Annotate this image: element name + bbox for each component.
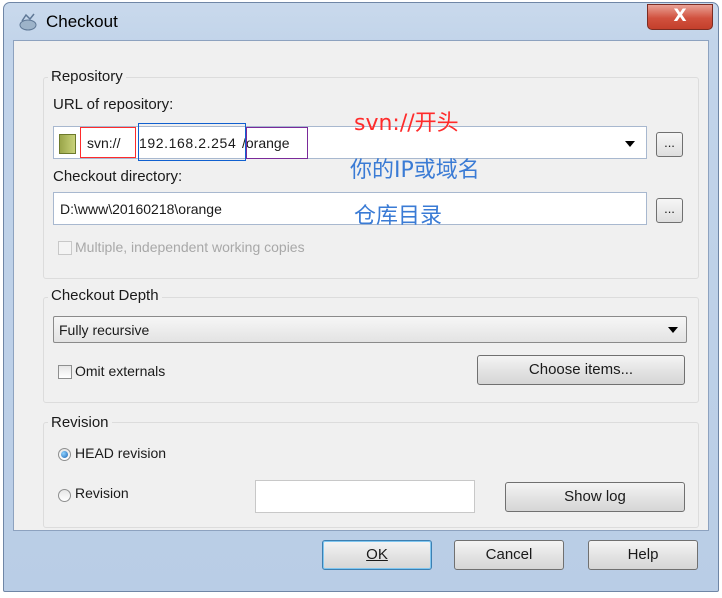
folder-icon xyxy=(59,134,76,154)
chevron-down-icon[interactable] xyxy=(625,141,635,147)
omit-externals-label: Omit externals xyxy=(75,363,166,379)
head-revision-radio[interactable] xyxy=(58,448,71,461)
revision-radio[interactable] xyxy=(58,489,71,502)
head-revision-label: HEAD revision xyxy=(75,445,167,461)
host-annotation: 你的IP或域名 xyxy=(350,158,480,183)
show-log-button[interactable]: Show log xyxy=(505,482,685,512)
multiple-copies-checkbox[interactable] xyxy=(58,241,72,255)
repository-group-label: Repository xyxy=(48,68,126,85)
revision-group-label: Revision xyxy=(48,414,112,431)
dialog-client-area: Repository URL of repository: svn:// 192… xyxy=(13,40,709,531)
help-button[interactable]: Help xyxy=(588,540,698,570)
dialog-footer: OK Cancel Help xyxy=(13,530,707,584)
checkout-directory-input[interactable]: D:\www\20160218\orange xyxy=(53,192,647,225)
multiple-copies-label: Multiple, independent working copies xyxy=(75,239,305,255)
ok-button-label: OK xyxy=(366,546,388,563)
revision-input[interactable] xyxy=(255,480,475,513)
checkout-depth-group-label: Checkout Depth xyxy=(48,287,162,304)
revision-label: Revision xyxy=(75,485,129,501)
checkout-directory-value: D:\www\20160218\orange xyxy=(60,201,222,217)
directory-annotation: 仓库目录 xyxy=(354,204,443,229)
checkout-depth-group xyxy=(43,297,699,403)
scheme-highlight xyxy=(80,127,136,158)
path-highlight xyxy=(246,127,308,159)
scheme-annotation: svn://开头 xyxy=(354,111,459,136)
depth-select[interactable]: Fully recursive xyxy=(53,316,687,343)
host-highlight xyxy=(138,123,246,161)
title-bar[interactable]: Checkout X xyxy=(4,3,718,39)
url-label: URL of repository: xyxy=(53,96,174,113)
url-browse-button[interactable]: ... xyxy=(656,132,683,157)
tortoisesvn-icon xyxy=(18,13,38,31)
choose-items-button[interactable]: Choose items... xyxy=(477,355,685,385)
dialog-title: Checkout xyxy=(46,12,118,31)
radio-selected-dot xyxy=(61,451,68,458)
depth-selected-value: Fully recursive xyxy=(59,322,150,338)
checkout-directory-label: Checkout directory: xyxy=(53,168,183,185)
directory-browse-button[interactable]: ... xyxy=(656,198,683,223)
checkout-dialog: Checkout X Repository URL of repository:… xyxy=(3,2,719,592)
cancel-button[interactable]: Cancel xyxy=(454,540,564,570)
chevron-down-icon[interactable] xyxy=(668,327,678,333)
close-button[interactable]: X xyxy=(647,4,713,30)
omit-externals-checkbox[interactable] xyxy=(58,365,72,379)
ok-button[interactable]: OK xyxy=(322,540,432,570)
